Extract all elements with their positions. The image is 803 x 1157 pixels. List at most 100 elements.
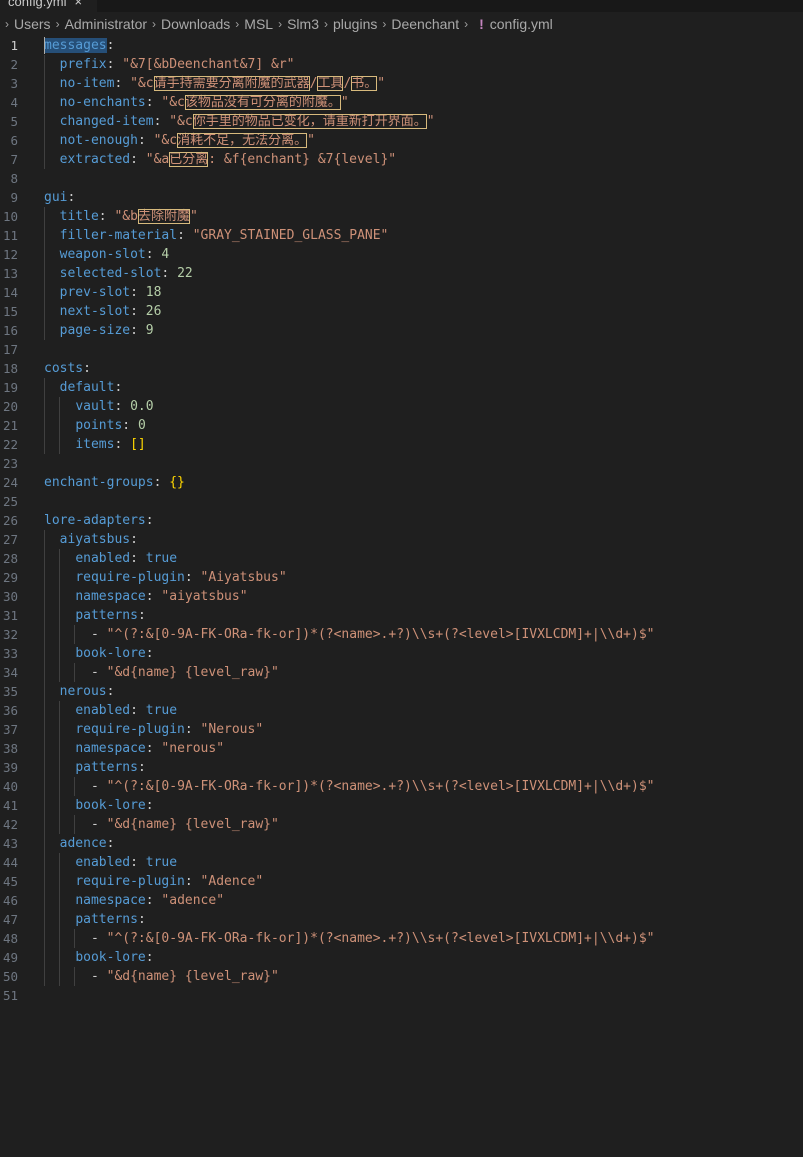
code-text: page-size: 9 [44,321,154,340]
yaml-key: namespace [75,893,146,908]
breadcrumb-segment[interactable]: Slm3 [287,16,319,32]
code-text: book-lore: [44,948,153,967]
code-token: : [114,76,131,91]
yaml-key: require-plugin [75,722,185,737]
code-editor[interactable]: 1 messages: 2 prefix: "&7[&bDeenchant&7] &… [0,36,803,1005]
yaml-string: "&c [130,76,154,91]
yaml-number: 0 [137,418,146,433]
yaml-string: "&c [161,95,185,110]
code-line: 29 require-plugin: "Aiyatsbus" [0,568,803,587]
yaml-key: page-size [59,323,131,338]
code-token: : [161,266,178,281]
breadcrumb-segment[interactable]: Downloads [161,16,230,32]
line-number: 45 [2,874,18,889]
code-text: weapon-slot: 4 [44,245,170,264]
code-token: : [130,304,146,319]
yaml-key: aiyatsbus [59,532,131,547]
code-text: filler-material: "GRAY_STAINED_GLASS_PAN… [44,226,389,245]
code-text: changed-item: "&c你手里的物品已变化，请重新打开界面。" [44,112,435,131]
line-number: 11 [2,228,18,243]
code-line: 43 adence: [0,834,803,853]
yaml-string: "^(?:&[0-9A-FK-ORa-fk-or])*(?<name>.+?)\… [106,931,655,946]
code-text: patterns: [44,758,146,777]
yaml-key: adence [59,836,107,851]
code-line: 26 lore-adapters: [0,511,803,530]
breadcrumb-segment[interactable]: config.yml [490,16,553,32]
line-number: 41 [2,798,18,813]
tab-close-icon[interactable]: × [75,0,83,9]
breadcrumb-segment[interactable]: plugins [333,16,377,32]
yaml-number: 0.0 [130,399,154,414]
code-line: 38 namespace: "nerous" [0,739,803,758]
text-cursor [44,37,45,54]
code-line: 36 enabled: true [0,701,803,720]
yaml-key: book-lore [75,950,146,965]
breadcrumb-segment[interactable]: MSL [244,16,273,32]
code-line: 35 nerous: [0,682,803,701]
yaml-key: prev-slot [59,285,131,300]
chevron-right-icon: › [235,17,240,31]
yaml-number: 4 [161,247,170,262]
unicode-highlight: 消耗不足，无法分离。 [177,133,308,148]
yaml-string: "Adence" [200,874,264,889]
line-number: 17 [2,342,18,357]
code-text: extracted: "&a已分离: &f{enchant} &7{level}… [44,150,396,169]
chevron-right-icon: › [464,17,469,31]
code-text: next-slot: 26 [44,302,162,321]
breadcrumb-segment[interactable]: Users [14,16,51,32]
line-number: 35 [2,684,18,699]
code-line: 51 [0,986,803,1005]
chevron-right-icon: › [278,17,283,31]
code-text: items: [] [44,435,145,454]
line-number: 10 [2,209,18,224]
code-text: prefix: "&7[&bDeenchant&7] &r" [44,55,295,74]
line-number: 32 [2,627,18,642]
yaml-key: messages [44,38,107,53]
code-text: enchant-groups: {} [44,473,185,492]
code-token: : [184,570,201,585]
yaml-key: costs [44,361,84,376]
code-token: - [90,969,107,984]
code-text: - "&d{name} {level_raw}" [44,663,279,682]
yaml-key: filler-material [59,228,178,243]
line-number: 31 [2,608,18,623]
breadcrumb-segment[interactable]: Administrator [65,16,147,32]
tab-config-yml[interactable]: config.yml × [0,0,97,12]
yaml-string: "nerous" [161,741,225,756]
unicode-highlight: 工具 [317,76,344,91]
breadcrumb-segment[interactable]: Deenchant [391,16,459,32]
code-line: 5 changed-item: "&c你手里的物品已变化，请重新打开界面。" [0,112,803,131]
code-token: : [137,133,154,148]
yaml-key: prefix [59,57,107,72]
code-token: : [153,475,170,490]
yaml-key: true [145,551,178,566]
chevron-right-icon: › [382,17,387,31]
line-number: 43 [2,836,18,851]
line-number: 20 [2,399,18,414]
line-number: 49 [2,950,18,965]
code-token: : [137,760,146,775]
line-number: 15 [2,304,18,319]
chevron-right-icon: › [152,17,157,31]
code-text: namespace: "nerous" [44,739,224,758]
yaml-string: "&7[&bDeenchant&7] &r" [122,57,295,72]
code-token: : [130,285,146,300]
yaml-string: " [189,209,198,224]
unicode-highlight: 书。 [351,76,378,91]
yaml-key: default [59,380,115,395]
code-line: 24 enchant-groups: {} [0,473,803,492]
code-token: : [130,323,146,338]
code-text: prev-slot: 18 [44,283,162,302]
code-text: points: 0 [44,416,146,435]
